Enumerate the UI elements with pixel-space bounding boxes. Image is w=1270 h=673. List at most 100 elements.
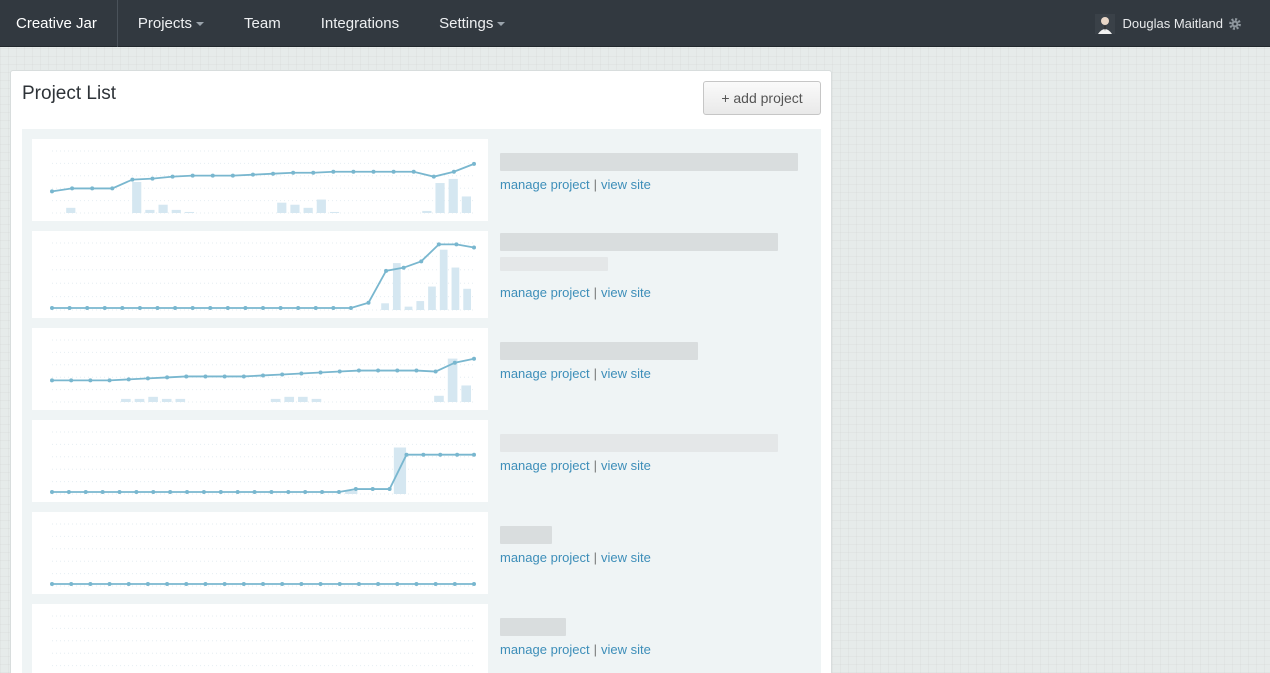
line-point [291,170,296,175]
user-name: Douglas Maitland [1122,16,1223,31]
project-links: manage project | view site [500,550,810,565]
project-list-panel: Project List + add project manage projec… [10,70,832,673]
line-point [271,171,276,176]
line-point [472,161,476,166]
view-site-link[interactable]: view site [601,642,651,657]
view-site-link[interactable]: view site [601,366,651,381]
line-point [451,169,456,174]
line-point [414,368,419,373]
nav-team[interactable]: Team [224,0,301,47]
line-point [241,374,246,379]
bar-mark [175,398,186,402]
line-point [351,169,356,174]
nav-settings[interactable]: Settings [419,0,525,47]
line-point [83,490,88,494]
manage-project-link[interactable]: manage project [500,177,590,192]
view-site-link[interactable]: view site [601,177,651,192]
bar-mark [463,288,471,310]
line-point [472,245,476,250]
manage-project-link[interactable]: manage project [500,366,590,381]
line-point [261,373,265,378]
manage-project-link[interactable]: manage project [500,458,590,473]
project-info: manage project | view site [500,231,810,300]
bar-mark [121,398,131,402]
line-point [269,490,274,494]
line-point [401,265,406,270]
line-point [438,452,443,457]
line-point [356,582,361,586]
nav-projects-label: Projects [137,14,193,32]
line-point [50,189,54,194]
line-point [261,582,265,586]
line-point [318,370,323,375]
line-point [137,306,142,310]
line-point [88,378,93,383]
sparkline-svg [50,523,476,587]
bar-mark [158,204,168,213]
top-navbar: Creative Jar Projects Team Integrations … [0,0,1270,47]
manage-project-link[interactable]: manage project [500,550,590,565]
series-line [52,453,474,493]
line-point [331,306,336,310]
bar-mark [451,267,460,310]
bar-mark [132,182,142,213]
bar-mark [66,207,76,213]
sparkline-svg [50,431,476,495]
bar-mark [148,396,158,402]
line-point [67,306,72,310]
sparkline-chart [32,420,488,502]
link-separator: | [593,550,598,565]
blurred-project-name [500,434,778,452]
brand-logo[interactable]: Creative Jar [0,0,118,47]
nav-projects[interactable]: Projects [118,0,224,47]
line-point [170,174,175,179]
project-info: manage project | view site [500,153,810,192]
view-site-link[interactable]: view site [601,285,651,300]
view-site-link[interactable]: view site [601,458,651,473]
gear-icon[interactable] [1228,17,1242,31]
line-point [241,582,246,586]
line-point [318,582,323,586]
manage-project-link[interactable]: manage project [500,642,590,657]
blurred-project-name [500,526,552,544]
bar-mark [311,398,322,402]
line-point [337,582,342,586]
nav-team-label: Team [244,14,281,32]
bar-mark [422,210,432,213]
line-point [208,306,213,310]
line-point [107,378,112,383]
line-point [130,177,135,182]
line-point [452,582,457,586]
line-point [230,173,235,178]
line-point [454,242,459,247]
bar-mark [161,398,172,402]
line-point [50,490,54,494]
user-menu[interactable]: Douglas Maitland [1094,0,1242,47]
line-point [120,306,125,310]
line-point [50,582,54,586]
line-point [66,490,71,494]
bar-mark [290,204,300,213]
line-point [370,487,375,492]
line-point [280,582,285,586]
line-point [472,356,476,361]
line-point [145,376,150,381]
line-point [184,582,189,586]
sparkline-svg [52,615,474,667]
link-separator: | [593,642,598,657]
line-point [296,306,301,310]
bar-mark [461,385,471,402]
bar-mark [461,196,471,213]
line-point [85,306,90,310]
view-site-link[interactable]: view site [601,550,651,565]
project-links: manage project | view site [500,642,810,657]
manage-project-link[interactable]: manage project [500,285,590,300]
blurred-project-name [500,257,608,271]
bar-mark [270,398,281,402]
blurred-project-name [500,233,778,251]
line-point [155,306,160,310]
bar-mark [416,301,425,310]
add-project-button[interactable]: + add project [703,81,821,115]
bar-mark [381,303,389,310]
nav-integrations[interactable]: Integrations [301,0,419,47]
